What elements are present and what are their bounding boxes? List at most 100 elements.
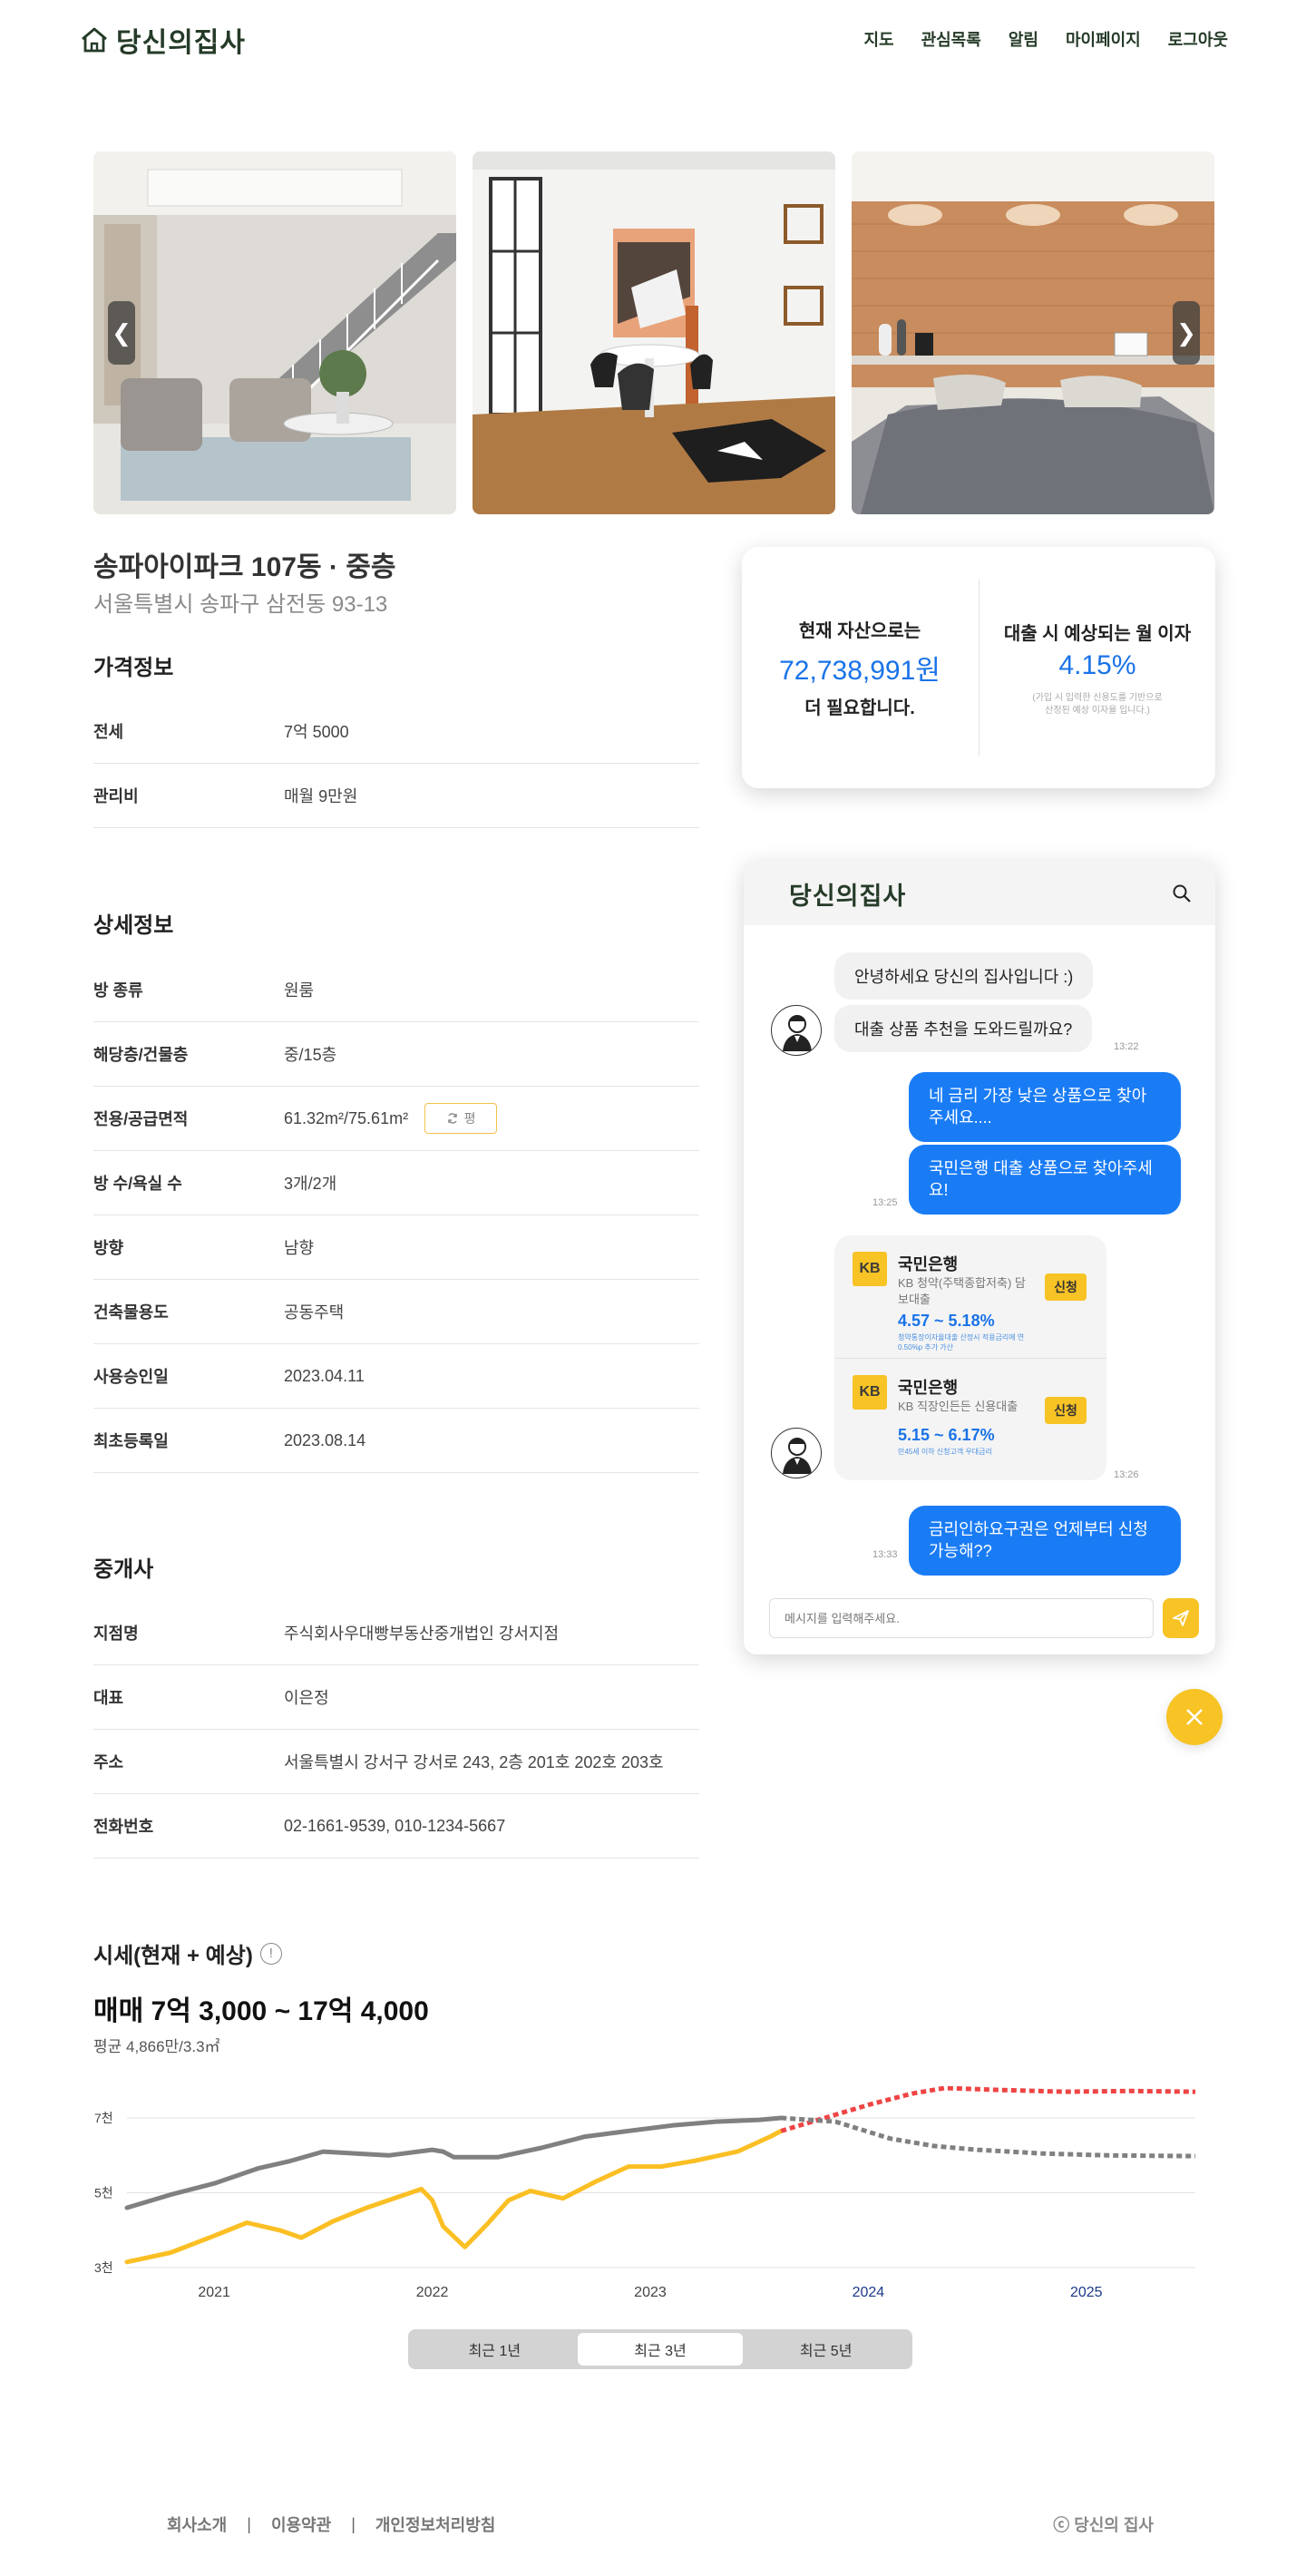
- row-value: 공동주택: [284, 1303, 345, 1322]
- photo-living-room[interactable]: [93, 151, 456, 514]
- row-label: 주소: [93, 1753, 124, 1771]
- row-value: 매월 9만원: [284, 787, 358, 805]
- row-label: 해당층/건물층: [93, 1046, 189, 1064]
- photo-bedroom[interactable]: [852, 151, 1214, 514]
- detail-row: 방 종류 원룸: [93, 958, 699, 1022]
- listing-address: 서울특별시 송파구 삼전동 93-13: [93, 592, 388, 617]
- needed-amount-panel: 현재 자산으로는 72,738,991원 더 필요합니다.: [742, 547, 978, 788]
- product-name: KB 직장인든든 신용대출: [898, 1400, 1018, 1413]
- loan-summary-card: 현재 자산으로는 72,738,991원 더 필요합니다. 대출 시 예상되는 …: [742, 547, 1215, 788]
- main-nav: 지도 관심목록 알림 마이페이지 로그아웃: [863, 27, 1228, 51]
- detail-row: 전용/공급면적 61.32m²/75.61m² 평: [93, 1087, 699, 1151]
- y-tick-label: 5천: [94, 2186, 113, 2200]
- row-value: 중/15층: [284, 1046, 337, 1064]
- unit-toggle-label: 평: [463, 1111, 476, 1126]
- agency-row: 지점명 주식회사우대빵부동산중개법인 강서지점: [93, 1601, 699, 1665]
- price-info-table: 전세 7억 5000 관리비 매월 9만원: [93, 699, 699, 828]
- chat-close-button[interactable]: [1166, 1689, 1223, 1745]
- x-tick-label: 2022: [416, 2285, 449, 2300]
- period-3y[interactable]: 최근 3년: [577, 2333, 744, 2366]
- gallery-next-button[interactable]: ❯: [1173, 301, 1200, 365]
- period-1y[interactable]: 최근 1년: [412, 2333, 578, 2366]
- footer-link-terms[interactable]: 이용약관: [271, 2513, 331, 2536]
- market-average: 평균 4,866만/3.3㎡: [93, 2038, 220, 2055]
- agency-table: 지점명 주식회사우대빵부동산중개법인 강서지점 대표 이은정 주소 서울특별시 …: [93, 1601, 699, 1859]
- row-value: 서울특별시 강서구 강서로 243, 2층 201호 202호 203호: [284, 1753, 664, 1771]
- photo-gallery: ❮ ❯: [93, 151, 1214, 514]
- chat-message-input[interactable]: [769, 1598, 1154, 1638]
- monthly-interest-rate: 4.15%: [1058, 649, 1136, 680]
- period-5y[interactable]: 최근 5년: [743, 2333, 909, 2366]
- product-rate: 4.57 ~ 5.18%: [898, 1312, 995, 1330]
- logo[interactable]: 당신의집사: [80, 20, 246, 60]
- nav-map[interactable]: 지도: [863, 27, 893, 51]
- row-value: 7억 5000: [284, 723, 349, 741]
- apply-button[interactable]: 신청: [1045, 1273, 1087, 1301]
- nav-notifications[interactable]: 알림: [1009, 27, 1038, 51]
- series-line: [124, 2128, 784, 2265]
- row-value: 주식회사우대빵부동산중개법인 강서지점: [284, 1625, 560, 1643]
- row-label: 전화번호: [93, 1818, 154, 1836]
- needed-amount-head: 현재 자산으로는: [798, 621, 921, 641]
- row-value: 02-1661-9539, 010-1234-5667: [284, 1816, 506, 1835]
- user-message: 네 금리 가장 낮은 상품으로 찾아주세요....: [909, 1072, 1181, 1142]
- x-tick-label: 2023: [634, 2285, 667, 2300]
- user-message: 국민은행 대출 상품으로 찾아주세요!: [909, 1145, 1181, 1215]
- send-button[interactable]: [1163, 1598, 1199, 1638]
- footer-separator: |: [351, 2514, 356, 2533]
- row-value: 2023.08.14: [284, 1430, 366, 1449]
- detail-row: 방 수/욕실 수 3개/2개: [93, 1151, 699, 1215]
- period-selector: 최근 1년 최근 3년 최근 5년: [408, 2329, 912, 2369]
- row-value: 2023.04.11: [284, 1366, 365, 1385]
- row-value: 61.32m²/75.61m² 평: [284, 1103, 498, 1134]
- product-bank: 국민은행: [898, 1379, 959, 1397]
- market-title-text: 시세(현재 + 예상): [93, 1944, 253, 1968]
- info-icon[interactable]: !: [259, 1942, 282, 1965]
- detail-info-table: 방 종류 원룸 해당층/건물층 중/15층 전용/공급면적 61.32m²/75…: [93, 958, 699, 1473]
- market-title: 시세(현재 + 예상) !: [93, 1937, 282, 1969]
- search-icon[interactable]: [1172, 883, 1192, 908]
- photo-dining-room[interactable]: [473, 151, 835, 514]
- needed-amount-tail: 더 필요합니다.: [804, 698, 915, 718]
- detail-row: 사용승인일 2023.04.11: [93, 1344, 699, 1409]
- row-label: 방 수/욕실 수: [93, 1175, 182, 1193]
- needed-amount-value: 72,738,991원: [779, 656, 941, 686]
- footer-link-privacy[interactable]: 개인정보처리방침: [375, 2513, 495, 2536]
- unit-toggle-button[interactable]: 평: [424, 1103, 498, 1134]
- row-label: 건축물용도: [93, 1303, 169, 1322]
- nav-favorites[interactable]: 관심목록: [921, 27, 981, 51]
- footer-separator: |: [247, 2514, 251, 2533]
- message-time: 13:33: [872, 1549, 898, 1560]
- row-label: 관리비: [93, 787, 139, 805]
- send-icon: [1173, 1610, 1189, 1626]
- message-time: 13:26: [1114, 1469, 1139, 1480]
- apply-button[interactable]: 신청: [1045, 1397, 1087, 1424]
- chat-header: 당신의집사: [744, 860, 1215, 925]
- detail-row: 방향 남향: [93, 1215, 699, 1280]
- price-row: 전세 7억 5000: [93, 699, 699, 764]
- footer-links: 회사소개 | 이용약관 | 개인정보처리방침: [167, 2513, 495, 2536]
- bot-message: 대출 상품 추천을 도와드릴까요?: [834, 1005, 1093, 1052]
- nav-logout[interactable]: 로그아웃: [1168, 27, 1228, 51]
- agency-row: 대표 이은정: [93, 1665, 699, 1730]
- detail-info-title: 상세정보: [93, 913, 174, 938]
- monthly-interest-note: (가입 시 입력한 신용도를 기반으로 산정된 예상 이자율 입니다.): [1032, 692, 1163, 716]
- gallery-prev-button[interactable]: ❮: [108, 301, 135, 365]
- row-label: 방 종류: [93, 981, 143, 1000]
- kb-bank-logo-icon: KB: [853, 1375, 887, 1410]
- chatbot-window: 당신의집사 안녕하세요 당신의 집사입니다 :) 대출 상품 추천을 도와드릴까…: [744, 860, 1215, 1654]
- footer-link-about[interactable]: 회사소개: [167, 2513, 227, 2536]
- header: 당신의집사 지도 관심목록 알림 마이페이지 로그아웃: [0, 0, 1306, 76]
- nav-mypage[interactable]: 마이페이지: [1066, 27, 1141, 51]
- listing-title: 송파아이파크 107동 · 중층: [93, 552, 396, 582]
- price-row: 관리비 매월 9만원: [93, 764, 699, 828]
- agency-row: 주소 서울특별시 강서구 강서로 243, 2층 201호 202호 203호: [93, 1730, 699, 1794]
- footer: 회사소개 | 이용약관 | 개인정보처리방침 ⓒ 당신의 집사: [0, 2513, 1306, 2549]
- copyright: ⓒ 당신의 집사: [1053, 2516, 1154, 2534]
- row-value: 원룸: [284, 981, 315, 1000]
- row-label: 전용/공급면적: [93, 1110, 189, 1128]
- row-label: 전세: [93, 723, 124, 741]
- butler-avatar: [771, 1428, 822, 1478]
- home-icon: [82, 27, 107, 53]
- message-time: 13:25: [872, 1197, 898, 1208]
